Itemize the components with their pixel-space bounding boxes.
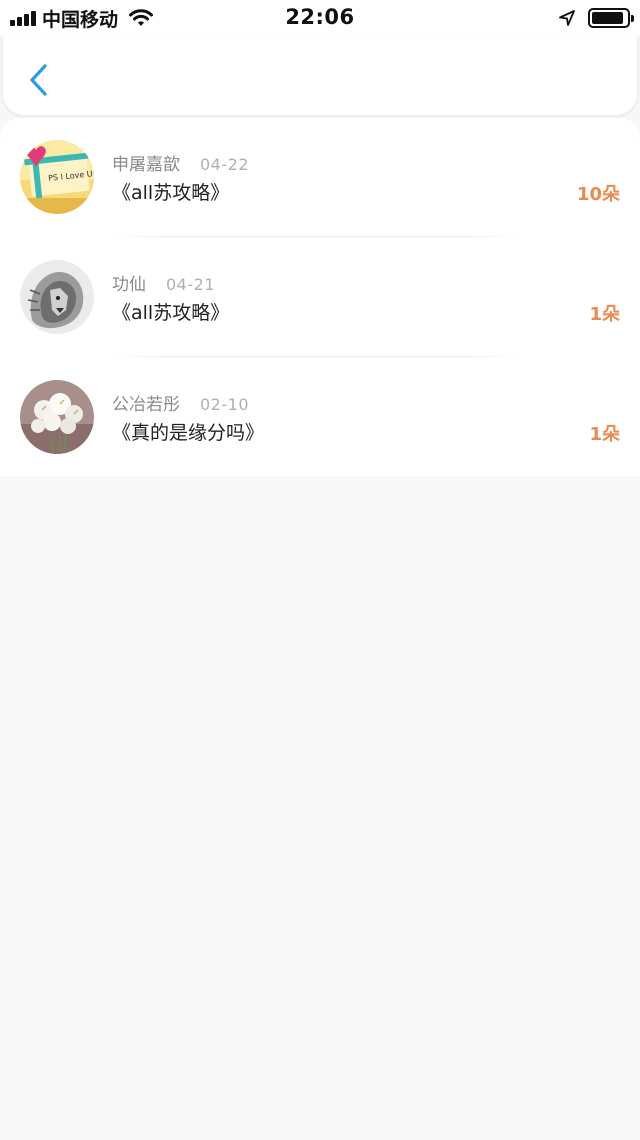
avatar [20,260,94,334]
status-bar: 中国移动 22:06 [0,0,640,36]
record-meta: 公冶若彤 02-10 [112,390,249,415]
status-right [558,6,634,30]
book-title: 《真的是缘分吗》 [112,422,265,444]
flower-count: 1朵 [589,304,620,325]
list-item[interactable]: PS I Love U 申屠嘉歆 04-22 《all苏攻略》 10朵 [0,118,640,237]
avatar [20,380,94,454]
status-time: 22:06 [285,5,355,29]
row-divider [110,236,520,237]
record-meta: 功仙 04-21 [112,270,215,295]
flower-count: 10朵 [576,184,620,205]
battery-icon [588,8,634,28]
flower-count: 1朵 [589,424,620,445]
gift-record-list: PS I Love U 申屠嘉歆 04-22 《all苏攻略》 10朵 功仙 0… [0,118,640,476]
record-meta: 申屠嘉歆 04-22 [112,150,249,175]
record-date: 04-22 [200,155,249,174]
list-item[interactable]: 公冶若彤 02-10 《真的是缘分吗》 1朵 [0,358,640,477]
back-button[interactable] [21,60,55,100]
location-arrow-icon [559,10,575,26]
list-item[interactable]: 功仙 04-21 《all苏攻略》 1朵 [0,238,640,357]
book-title: 《all苏攻略》 [112,302,230,324]
sender-name: 申屠嘉歆 [112,155,180,175]
book-title: 《all苏攻略》 [112,182,230,204]
nav-bar [2,36,638,116]
sender-name: 公冶若彤 [112,395,180,415]
record-date: 04-21 [166,275,215,294]
chevron-left-icon [30,64,47,96]
avatar: PS I Love U [20,140,94,214]
row-divider [110,356,520,357]
sender-name: 功仙 [112,275,146,295]
record-date: 02-10 [200,395,249,414]
